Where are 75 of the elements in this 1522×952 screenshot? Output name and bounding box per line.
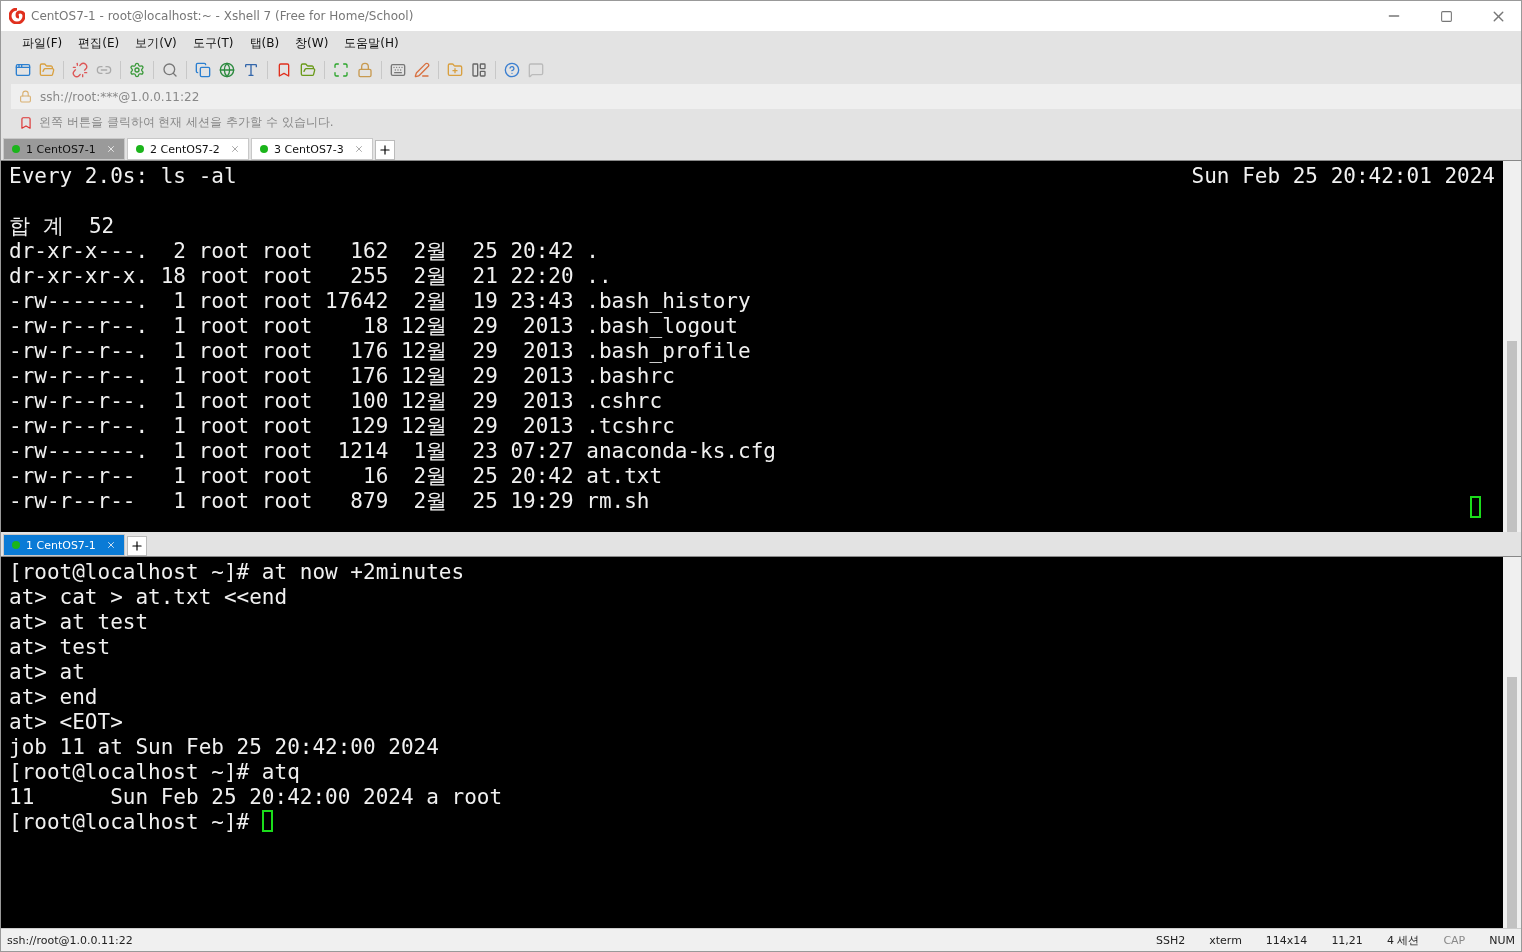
terminal-line: at> cat > at.txt <<end [9, 585, 288, 610]
close-icon[interactable] [354, 144, 364, 154]
window-title: CentOS7-1 - root@localhost:~ - Xshell 7 (Free for Home/School) [31, 9, 415, 23]
session-tab[interactable]: 2 CentOS7-2 [127, 138, 249, 160]
terminal-line: [root@localhost ~]# atq [9, 760, 300, 785]
status-num: NUM [1489, 933, 1515, 947]
terminal-line: at> <EOT> [9, 710, 123, 735]
status-protocol: SSH2 [1155, 933, 1186, 947]
hint-text: 왼쪽 버튼을 클릭하여 현재 세션을 추가할 수 있습니다. [39, 114, 334, 131]
terminal-line: -rw-r--r-- 1 root root 16 2월 25 20:42 at.txt [9, 464, 663, 489]
status-sessions[interactable]: 4 세션 [1386, 932, 1420, 948]
bookmark-icon [19, 115, 33, 130]
layout-icon[interactable] [471, 62, 487, 78]
terminal-line: 11 Sun Feb 25 20:42:00 2024 a root [9, 785, 503, 810]
session-tab[interactable]: 1 CentOS7-1 [3, 138, 125, 160]
terminal-line: -rw-r--r--. 1 root root 100 12월 29 2013 .cshrc [9, 389, 663, 414]
session-tab[interactable]: 3 CentOS7-3 [251, 138, 373, 160]
disconnect-icon[interactable] [72, 62, 88, 78]
terminal-line: at> end [9, 685, 98, 710]
terminal-line: dr-xr-x---. 2 root root 162 2월 25 20:42 . [9, 239, 599, 264]
menu-item[interactable]: 도구(T) [185, 35, 241, 52]
status-dot [12, 541, 20, 549]
terminal-line: -rw-r--r-- 1 root root 879 2월 25 19:29 rm.sh [9, 489, 650, 514]
menu-item[interactable]: 파일(F) [15, 35, 70, 52]
session-tab[interactable]: 1 CentOS7-1 [3, 534, 125, 556]
copy-icon[interactable] [195, 62, 211, 78]
globe-icon[interactable] [219, 62, 235, 78]
menu-item[interactable]: 편집(E) [71, 35, 127, 52]
terminal-line: at> at [9, 660, 85, 685]
menu-item[interactable]: 도움말(H) [337, 35, 406, 52]
terminal-line: job 11 at Sun Feb 25 20:42:00 2024 [9, 735, 439, 760]
terminal-line: at> test [9, 635, 111, 660]
help-icon[interactable] [504, 62, 520, 78]
status-size: 114x14 [1265, 933, 1308, 947]
bookmark-icon[interactable] [276, 62, 292, 78]
terminal-line: -rw-r--r--. 1 root root 176 12월 29 2013 .bashrc [9, 364, 675, 389]
terminal-line: [root@localhost ~]# [9, 810, 251, 835]
scrollbar[interactable] [1503, 161, 1521, 532]
scrollbar[interactable] [1503, 557, 1521, 928]
terminal-line: Every 2.0s: ls -al [9, 164, 237, 189]
search-icon[interactable] [162, 62, 178, 78]
menu-item[interactable]: 창(W) [288, 35, 336, 52]
folder-icon[interactable] [39, 62, 55, 78]
status-terminal: xterm [1209, 933, 1242, 947]
terminal-line: -rw-r--r--. 1 root root 129 12월 29 2013 .tcshrc [9, 414, 675, 439]
folder-plus-icon[interactable] [447, 62, 463, 78]
status-position: 11,21 [1331, 933, 1363, 947]
fullscreen-icon[interactable] [333, 62, 349, 78]
terminal-line: 합 계 52 [9, 214, 115, 239]
maximize-icon[interactable] [1439, 9, 1453, 23]
terminal-clock: Sun Feb 25 20:42:01 2024 [1191, 164, 1495, 189]
terminal-line: [root@localhost ~]# at now +2minutes [9, 560, 465, 585]
font-icon[interactable] [243, 62, 259, 78]
status-dot [260, 145, 268, 153]
status-dot [136, 145, 144, 153]
menu-item[interactable]: 보기(V) [128, 35, 184, 52]
shell-logo-icon [9, 8, 25, 24]
status-dot [12, 145, 20, 153]
settings-icon[interactable] [129, 62, 145, 78]
menu-item[interactable]: 탭(B) [242, 35, 287, 52]
terminal-line: -rw-r--r--. 1 root root 18 12월 29 2013 .bash_logout [9, 314, 738, 339]
close-icon[interactable] [106, 144, 116, 154]
terminal-line: at> at test [9, 610, 149, 635]
status-address: ssh://root@1.0.0.11:22 [7, 933, 133, 947]
terminal-line: -rw-r--r--. 1 root root 176 12월 29 2013 .bash_profile [9, 339, 751, 364]
terminal-line: dr-xr-xr-x. 18 root root 255 2월 21 22:20 .. [9, 264, 612, 289]
close-icon[interactable] [106, 540, 116, 550]
terminal-line: -rw-------. 1 root root 17642 2월 19 23:43 .bash_history [9, 289, 751, 314]
keyboard-icon[interactable] [390, 62, 406, 78]
terminal-line: -rw-------. 1 root root 1214 1월 23 07:27 anaconda-ks.cfg [9, 439, 776, 464]
close-icon[interactable] [230, 144, 240, 154]
pen-icon[interactable] [414, 62, 430, 78]
lock-icon[interactable] [357, 62, 373, 78]
status-caps: CAP [1443, 933, 1466, 947]
lock-icon [19, 90, 32, 103]
